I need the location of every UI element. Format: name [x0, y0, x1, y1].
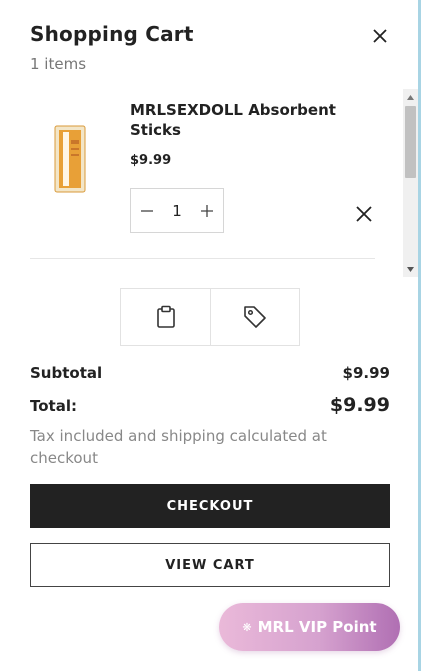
decrease-quantity-button[interactable]: [131, 189, 163, 232]
plus-icon: [201, 204, 213, 217]
vip-point-button[interactable]: ❋ MRL VIP Point: [219, 603, 400, 651]
cart-items-list: MRLSEXDOLL Absorbent Sticks $9.99 1: [0, 88, 421, 278]
checkout-button[interactable]: CHECKOUT: [30, 484, 390, 528]
close-icon: [373, 29, 387, 43]
item-divider: [30, 258, 375, 259]
minus-icon: [141, 209, 153, 212]
total-value: $9.99: [329, 394, 390, 416]
vip-point-label: MRL VIP Point: [257, 618, 377, 636]
tag-icon: [244, 306, 266, 328]
subtotal-row: Subtotal $9.99: [30, 364, 390, 382]
product-image[interactable]: [52, 124, 88, 194]
scroll-thumb[interactable]: [405, 106, 416, 178]
cart-title: Shopping Cart: [30, 22, 194, 46]
subtotal-label: Subtotal: [30, 364, 103, 382]
tax-note: Tax included and shipping calculated at …: [30, 427, 327, 467]
cart-tools: [120, 288, 300, 346]
scroll-down-arrow-icon[interactable]: [403, 263, 418, 275]
view-cart-button[interactable]: VIEW CART: [30, 543, 390, 587]
subtotal-value: $9.99: [342, 364, 390, 382]
discount-code-button[interactable]: [210, 289, 299, 345]
scroll-up-arrow-icon[interactable]: [403, 91, 418, 103]
clipboard-icon: [156, 305, 175, 328]
gear-flower-icon: ❋: [242, 620, 252, 634]
close-button[interactable]: [366, 24, 394, 48]
order-note-button[interactable]: [121, 289, 210, 345]
quantity-stepper: 1: [130, 188, 224, 233]
product-price: $9.99: [130, 153, 172, 168]
product-name[interactable]: MRLSEXDOLL Absorbent Sticks: [130, 100, 370, 140]
cart-item-count: 1 items: [30, 55, 87, 73]
total-row: Total: $9.99: [30, 394, 390, 416]
total-label: Total:: [30, 397, 77, 415]
increase-quantity-button[interactable]: [191, 189, 223, 232]
cart-scrollbar[interactable]: [403, 89, 418, 277]
quantity-value[interactable]: 1: [163, 202, 191, 220]
remove-item-button[interactable]: [354, 204, 374, 224]
remove-icon: [356, 206, 372, 222]
